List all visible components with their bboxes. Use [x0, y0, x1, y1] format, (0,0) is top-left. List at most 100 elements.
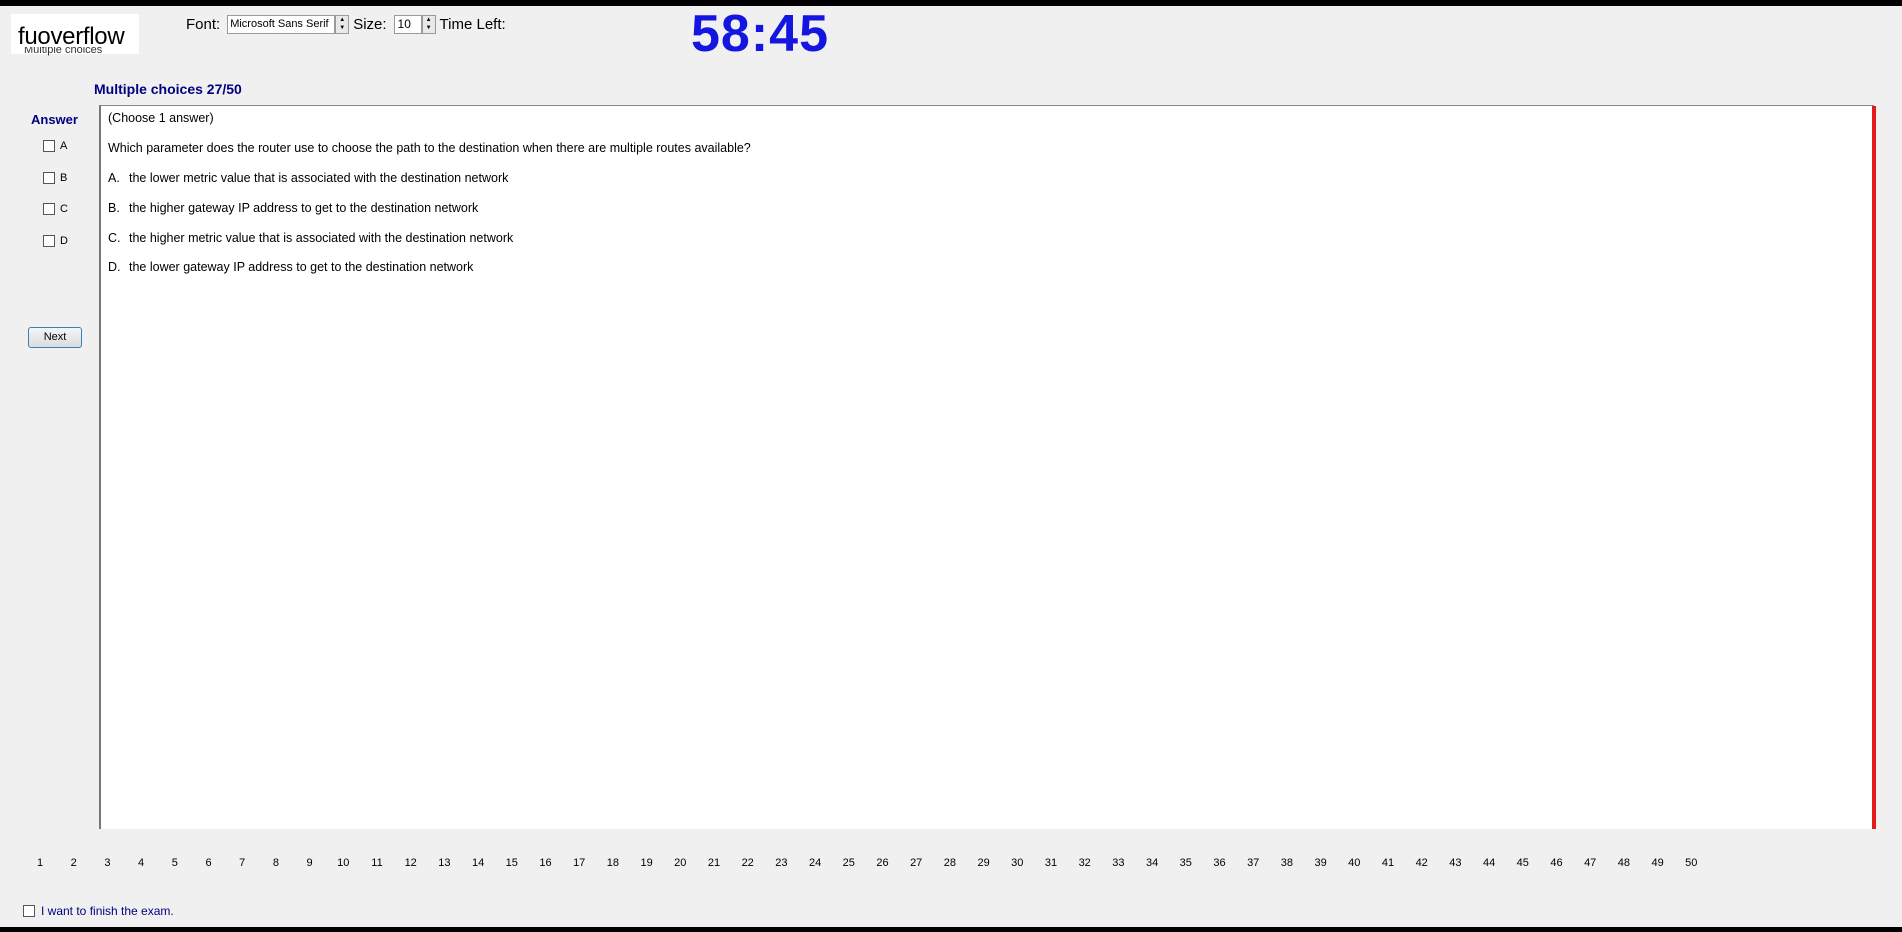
answer-option-a[interactable]: A: [43, 140, 67, 152]
question-nav-link[interactable]: 36: [1208, 857, 1232, 869]
question-nav-link[interactable]: 11: [365, 857, 389, 869]
answer-option-label: C: [60, 203, 68, 215]
answer-option-label: B: [60, 172, 68, 184]
question-nav-link[interactable]: 21: [702, 857, 726, 869]
question-nav-link[interactable]: 10: [331, 857, 355, 869]
checkbox[interactable]: [43, 172, 55, 184]
question-nav-link[interactable]: 20: [668, 857, 692, 869]
question-nav-link[interactable]: 34: [1140, 857, 1164, 869]
time-left-label: Time Left:: [439, 15, 506, 33]
question-option-d: D. the lower gateway IP address to get to…: [108, 260, 473, 274]
answer-label: Answer: [31, 112, 78, 127]
question-nav-link[interactable]: 5: [163, 857, 187, 869]
question-nav-link[interactable]: 29: [972, 857, 996, 869]
question-nav-link[interactable]: 39: [1309, 857, 1333, 869]
option-text: the higher gateway IP address to get to …: [129, 201, 479, 215]
question-instruction: (Choose 1 answer): [108, 111, 214, 125]
question-nav-link[interactable]: 26: [871, 857, 895, 869]
bottom-border: [0, 927, 1902, 932]
question-nav-link[interactable]: 7: [230, 857, 254, 869]
question-text: Which parameter does the router use to c…: [108, 141, 751, 155]
option-letter: D.: [108, 260, 121, 274]
question-nav-link[interactable]: 44: [1477, 857, 1501, 869]
checkbox[interactable]: [43, 235, 55, 247]
size-label: Size:: [353, 15, 387, 33]
option-letter: C.: [108, 231, 121, 245]
question-nav-link[interactable]: 45: [1511, 857, 1535, 869]
section-hint: Multiple choices: [24, 47, 103, 56]
top-border: [0, 0, 1902, 6]
checkbox[interactable]: [43, 140, 55, 152]
question-nav-link[interactable]: 12: [399, 857, 423, 869]
finish-checkbox[interactable]: [23, 905, 35, 917]
countdown-timer: 58:45: [691, 5, 829, 63]
question-nav-link[interactable]: 28: [938, 857, 962, 869]
option-text: the lower metric value that is associate…: [129, 171, 509, 185]
question-nav-link[interactable]: 24: [803, 857, 827, 869]
question-nav-link[interactable]: 32: [1073, 857, 1097, 869]
answer-option-b[interactable]: B: [43, 172, 67, 184]
finish-label[interactable]: I want to finish the exam.: [41, 904, 174, 918]
question-option-c: C. the higher metric value that is associ…: [108, 231, 513, 245]
question-option-a: A. the lower metric value that is associa…: [108, 171, 508, 185]
question-nav-link[interactable]: 14: [466, 857, 490, 869]
question-nav-link[interactable]: 40: [1342, 857, 1366, 869]
question-nav-link[interactable]: 3: [95, 857, 119, 869]
question-nav-link[interactable]: 9: [298, 857, 322, 869]
font-select[interactable]: Microsoft Sans Serif: [227, 14, 336, 34]
answer-option-d[interactable]: D: [43, 235, 68, 247]
question-nav-link[interactable]: 13: [432, 857, 456, 869]
question-panel: (Choose 1 answer) Which parameter does t…: [99, 105, 1876, 829]
next-button[interactable]: Next: [28, 327, 82, 348]
question-nav-link[interactable]: 22: [736, 857, 760, 869]
question-nav-link[interactable]: 6: [197, 857, 221, 869]
question-nav-link[interactable]: 27: [904, 857, 928, 869]
font-spinner[interactable]: ▲ ▼: [335, 14, 350, 34]
question-nav-link[interactable]: 42: [1410, 857, 1434, 869]
question-nav-link[interactable]: 31: [1039, 857, 1063, 869]
question-nav-link[interactable]: 25: [837, 857, 861, 869]
chevron-down-icon[interactable]: ▼: [336, 24, 348, 32]
question-nav-link[interactable]: 49: [1646, 857, 1670, 869]
question-option-b: B. the higher gateway IP address to get t…: [108, 201, 478, 215]
question-nav-link[interactable]: 47: [1578, 857, 1602, 869]
toolbar: Font: Microsoft Sans Serif ▲ ▼ Size: 10 ▲…: [186, 5, 828, 63]
question-nav-link[interactable]: 41: [1376, 857, 1400, 869]
option-letter: A.: [108, 171, 120, 185]
question-nav-link[interactable]: 19: [635, 857, 659, 869]
size-input[interactable]: 10: [393, 14, 422, 34]
question-nav-link[interactable]: 4: [129, 857, 153, 869]
size-spinner[interactable]: ▲ ▼: [421, 14, 436, 34]
font-label: Font:: [186, 15, 221, 33]
question-nav-link[interactable]: 43: [1443, 857, 1467, 869]
question-nav-link[interactable]: 48: [1612, 857, 1636, 869]
question-nav-link[interactable]: 50: [1679, 857, 1703, 869]
panel-edge: [1872, 106, 1876, 829]
question-nav-link[interactable]: 37: [1241, 857, 1265, 869]
answer-option-label: D: [60, 235, 68, 247]
question-nav-link[interactable]: 18: [601, 857, 625, 869]
chevron-up-icon[interactable]: ▲: [423, 16, 435, 24]
chevron-down-icon[interactable]: ▼: [423, 24, 435, 32]
answer-option-c[interactable]: C: [43, 203, 68, 215]
question-nav-link[interactable]: 17: [567, 857, 591, 869]
question-nav-link[interactable]: 8: [264, 857, 288, 869]
question-nav-link[interactable]: 38: [1275, 857, 1299, 869]
checkbox[interactable]: [43, 203, 55, 215]
question-nav-link[interactable]: 46: [1545, 857, 1569, 869]
question-nav-link[interactable]: 35: [1174, 857, 1198, 869]
option-text: the lower gateway IP address to get to t…: [129, 260, 474, 274]
option-letter: B.: [108, 201, 120, 215]
question-nav-link[interactable]: 23: [769, 857, 793, 869]
question-nav-link[interactable]: 2: [62, 857, 86, 869]
question-nav-link[interactable]: 15: [500, 857, 524, 869]
chevron-up-icon[interactable]: ▲: [336, 16, 348, 24]
finish-exam[interactable]: I want to finish the exam.: [23, 904, 174, 918]
question-header: Multiple choices 27/50: [94, 81, 242, 97]
question-nav-link[interactable]: 30: [1005, 857, 1029, 869]
option-text: the higher metric value that is associat…: [129, 231, 514, 245]
answer-option-label: A: [60, 140, 68, 152]
question-nav-link[interactable]: 1: [28, 857, 52, 869]
question-nav-link[interactable]: 33: [1106, 857, 1130, 869]
question-nav-link[interactable]: 16: [534, 857, 558, 869]
